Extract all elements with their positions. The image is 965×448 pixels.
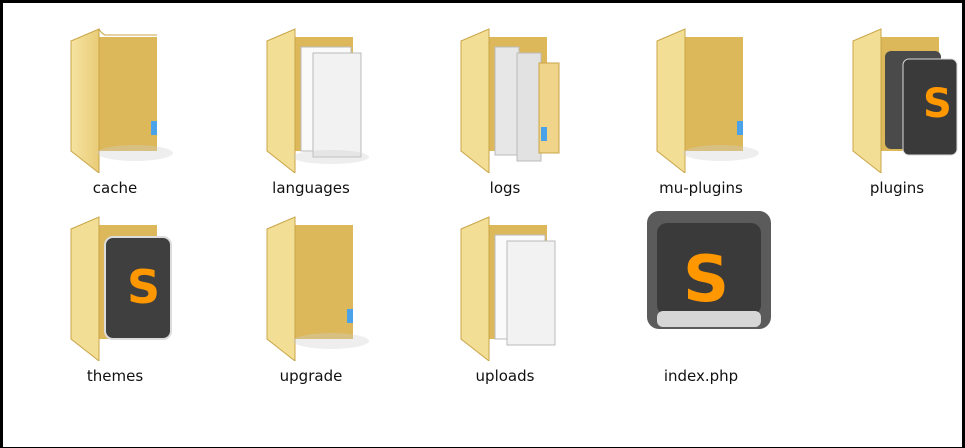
folder-icon: [70, 28, 173, 173]
folder-label: themes: [86, 367, 144, 385]
folder-item-uploads[interactable]: uploads: [423, 211, 573, 403]
svg-text:S: S: [127, 260, 160, 314]
folder-icon: [266, 216, 369, 361]
folder-label: mu-plugins: [659, 179, 743, 197]
file-label: index.php: [663, 367, 739, 385]
folder-sublime-icon: S: [852, 28, 958, 173]
folder-item-languages[interactable]: languages: [229, 23, 379, 215]
folder-label: upgrade: [279, 367, 343, 385]
folder-icon: [656, 28, 759, 173]
file-browser-panel: cache languages logs mu-plugins S plugin…: [0, 0, 965, 448]
folder-item-upgrade[interactable]: upgrade: [229, 211, 379, 403]
folder-label: logs: [489, 179, 521, 197]
svg-text:S: S: [923, 81, 952, 127]
folder-item-logs[interactable]: logs: [423, 23, 573, 215]
folder-label: cache: [92, 179, 138, 197]
folder-documents-icon: [266, 28, 369, 173]
folder-documents-icon: [460, 216, 556, 361]
folder-item-themes[interactable]: S themes: [33, 211, 183, 403]
folder-files-icon: [460, 28, 560, 173]
folder-label: plugins: [869, 179, 925, 197]
sublime-text-file-icon: S: [647, 211, 771, 329]
folder-item-cache[interactable]: cache: [33, 23, 183, 215]
folder-sublime-icon: S: [70, 216, 172, 361]
folder-label: uploads: [475, 367, 535, 385]
folder-label: languages: [272, 179, 350, 197]
svg-text:S: S: [683, 243, 729, 317]
file-item-index-php[interactable]: S index.php: [619, 211, 771, 403]
folder-item-mu-plugins[interactable]: mu-plugins: [619, 23, 769, 215]
folder-item-plugins[interactable]: S plugins: [815, 23, 965, 215]
